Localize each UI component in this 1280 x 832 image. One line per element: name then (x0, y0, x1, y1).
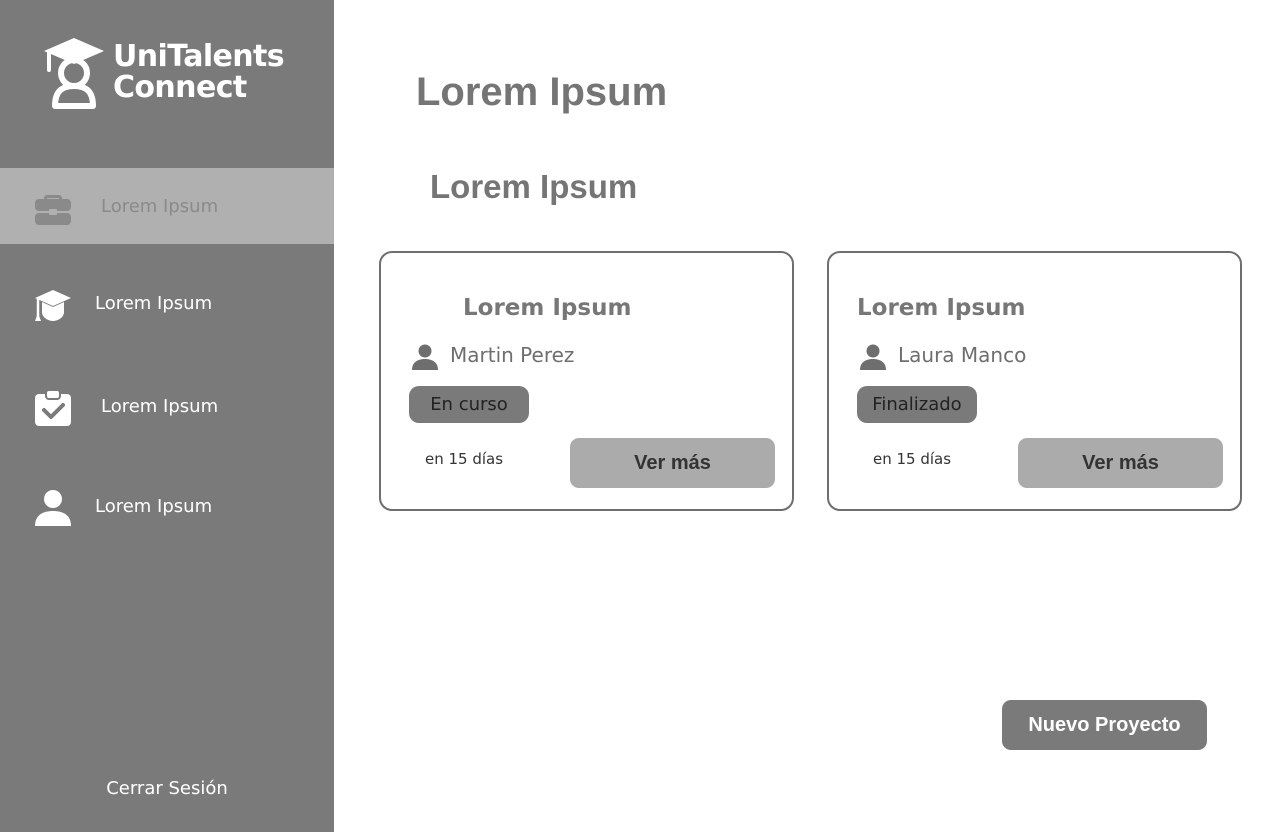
person-icon (412, 344, 438, 370)
user-icon (35, 490, 71, 526)
status-badge: Finalizado (857, 386, 977, 423)
person-icon (860, 344, 886, 370)
sidebar-item-2[interactable]: Lorem Ipsum (0, 265, 334, 341)
clipboard-check-icon (35, 389, 71, 426)
logout-link[interactable]: Cerrar Sesión (0, 778, 334, 799)
status-badge: En curso (409, 386, 529, 423)
sidebar-item-label: Lorem Ipsum (101, 196, 219, 217)
due-text: en 15 días (425, 450, 504, 468)
due-text: en 15 días (873, 450, 952, 468)
sidebar-item-1[interactable]: Lorem Ipsum (0, 168, 334, 244)
section-title: Lorem Ipsum (430, 168, 638, 205)
logo-wordmark: UniTalents Connect (113, 39, 285, 105)
card-person: Martin Perez (450, 343, 575, 367)
logo-line-1: UniTalents (113, 39, 285, 74)
view-more-button[interactable]: Ver más (1018, 438, 1223, 488)
graduate-logo-icon (44, 38, 104, 109)
card-title: Lorem Ipsum (463, 295, 632, 321)
new-project-button[interactable]: Nuevo Proyecto (1002, 700, 1207, 750)
sidebar: UniTalents Connect Lorem Ipsum Lorem Ips… (0, 0, 334, 832)
briefcase-icon (35, 195, 71, 225)
sidebar-item-3[interactable]: Lorem Ipsum (0, 368, 334, 444)
page-title: Lorem Ipsum (416, 70, 668, 114)
logo-line-2: Connect (113, 70, 247, 105)
project-card: Lorem Ipsum Laura Manco Finalizado en 15… (827, 251, 1242, 511)
card-person: Laura Manco (898, 343, 1027, 367)
graduation-cap-icon (35, 290, 71, 321)
sidebar-item-4[interactable]: Lorem Ipsum (0, 468, 334, 544)
project-card: Lorem Ipsum Martin Perez En curso en 15 … (379, 251, 794, 511)
view-more-button[interactable]: Ver más (570, 438, 775, 488)
app-logo[interactable]: UniTalents Connect (40, 36, 300, 116)
sidebar-item-label: Lorem Ipsum (95, 496, 213, 517)
sidebar-item-label: Lorem Ipsum (101, 396, 219, 417)
card-title: Lorem Ipsum (857, 295, 1026, 321)
sidebar-item-label: Lorem Ipsum (95, 293, 213, 314)
